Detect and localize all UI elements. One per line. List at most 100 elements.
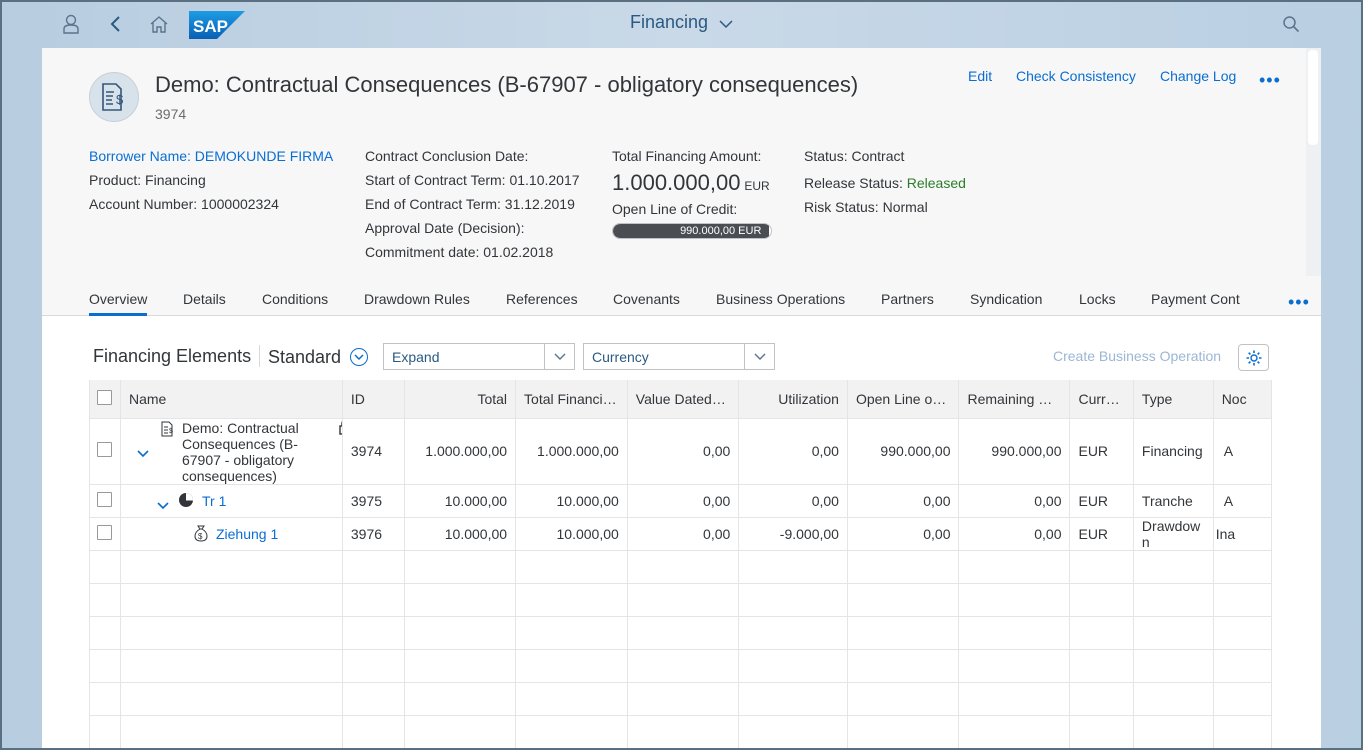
edit-button[interactable]: Edit — [968, 68, 992, 84]
header-col-2: Contract Conclusion Date: Start of Contr… — [365, 144, 580, 264]
search-icon[interactable] — [1279, 12, 1303, 36]
toolbar-separator — [259, 345, 260, 367]
tab-payment-control[interactable]: Payment Contro — [1151, 291, 1240, 307]
column-open-line[interactable]: Open Line o… — [847, 380, 960, 419]
table-header-row: Name ID Total Total Financi… Value Dated… — [90, 380, 1272, 419]
borrower-name-link[interactable]: Borrower Name: DEMOKUNDE FIRMA — [89, 144, 333, 168]
app-title[interactable]: Financing — [630, 12, 708, 32]
row-id: 3976 — [342, 517, 406, 551]
tab-locks[interactable]: Locks — [1079, 291, 1116, 307]
tab-syndication[interactable]: Syndication — [970, 291, 1042, 307]
commitment-date-text: Commitment date: 01.02.2018 — [365, 244, 554, 260]
pie-chart-icon — [178, 492, 194, 511]
table-settings-button[interactable] — [1238, 344, 1269, 371]
contract-end-text: End of Contract Term: 31.12.2019 — [365, 196, 575, 212]
gear-icon — [1246, 350, 1261, 365]
row-value-dated: 0,00 — [627, 484, 740, 518]
row-value-dated: 0,00 — [627, 418, 740, 485]
financing-elements-table: Name ID Total Total Financi… Value Dated… — [89, 380, 1272, 750]
row-checkbox[interactable] — [97, 491, 113, 507]
column-id[interactable]: ID — [342, 380, 406, 419]
object-page: $ Demo: Contractual Consequences (B-6790… — [42, 48, 1321, 750]
tab-partners[interactable]: Partners — [881, 291, 934, 307]
row-select-cell — [90, 484, 121, 518]
table-row[interactable]: $ Ziehung 1 3976 10.000,00 10.000,00 0,0… — [90, 517, 1272, 551]
svg-text:$: $ — [116, 92, 124, 107]
money-bag-icon: $ — [194, 525, 208, 545]
release-status-label: Release Status: — [804, 175, 907, 191]
header-scrollbar-thumb[interactable] — [1308, 50, 1318, 145]
row-total: 1.000.000,00 — [404, 418, 517, 485]
empty-row — [90, 550, 1272, 584]
tab-conditions[interactable]: Conditions — [262, 291, 328, 307]
more-actions-button[interactable]: ••• — [1259, 70, 1281, 91]
currency-select-value: Currency — [592, 349, 649, 365]
tab-covenants[interactable]: Covenants — [613, 291, 680, 307]
column-type[interactable]: Type — [1133, 380, 1214, 419]
column-value-dated[interactable]: Value Dated… — [627, 380, 740, 419]
variant-name[interactable]: Standard — [268, 347, 341, 368]
currency-select[interactable]: Currency — [583, 343, 775, 370]
row-remaining: 0,00 — [958, 517, 1071, 551]
row-total-financing: 10.000,00 — [515, 517, 628, 551]
chevron-down-icon[interactable] — [137, 445, 149, 461]
change-log-button[interactable]: Change Log — [1160, 68, 1236, 84]
column-name[interactable]: Name — [120, 380, 343, 419]
row-utilization: 0,00 — [738, 484, 848, 518]
row-name: Demo: Contractual Consequences (B-67907 … — [181, 419, 299, 484]
row-name-link[interactable]: Ziehung 1 — [216, 526, 278, 542]
conclusion-date-text: Contract Conclusion Date: — [365, 148, 529, 164]
row-type: Drawdow n — [1133, 517, 1214, 551]
expand-select-value: Expand — [392, 349, 440, 365]
row-checkbox[interactable] — [97, 524, 113, 540]
tabs-overflow-button[interactable]: ••• — [1288, 292, 1310, 313]
row-select-cell — [90, 517, 121, 551]
table-row[interactable]: $ Demo: Contractual Consequences (B-6790… — [90, 418, 1272, 485]
product-text: Product: Financing — [89, 172, 206, 188]
lock-icon — [338, 419, 342, 438]
column-remaining[interactable]: Remaining … — [958, 380, 1071, 419]
object-header: $ Demo: Contractual Consequences (B-6790… — [42, 48, 1306, 315]
row-name-link[interactable]: Tr 1 — [202, 493, 226, 509]
column-total[interactable]: Total — [404, 380, 517, 419]
select-all-checkbox[interactable] — [97, 389, 113, 405]
row-utilization: -9.000,00 — [738, 517, 848, 551]
variant-chevron-icon[interactable] — [350, 348, 368, 366]
tab-business-operations[interactable]: Business Operations — [716, 291, 845, 307]
name-cell: Tr 1 — [120, 484, 343, 518]
tab-drawdown-rules[interactable]: Drawdown Rules — [364, 291, 470, 307]
header-col-1: Borrower Name: DEMOKUNDE FIRMA Product: … — [89, 144, 333, 216]
row-checkbox[interactable] — [97, 442, 113, 457]
tab-references[interactable]: References — [506, 291, 578, 307]
column-currency[interactable]: Curr… — [1069, 380, 1134, 419]
expand-select[interactable]: Expand — [383, 343, 575, 370]
financing-document-icon: $ — [161, 421, 175, 440]
risk-status-text: Risk Status: Normal — [804, 199, 928, 215]
column-noc[interactable]: Noc — [1213, 380, 1272, 419]
open-line-of-credit-bar: 990.000,00 EUR — [612, 223, 772, 239]
column-utilization[interactable]: Utilization — [738, 380, 848, 419]
object-id: 3974 — [155, 106, 187, 122]
tab-overview[interactable]: Overview — [89, 291, 148, 316]
chevron-down-icon[interactable] — [744, 344, 774, 369]
table-row[interactable]: Tr 1 3975 10.000,00 10.000,00 0,00 0,00 … — [90, 484, 1272, 518]
check-consistency-button[interactable]: Check Consistency — [1016, 68, 1136, 84]
row-utilization: 0,00 — [738, 418, 848, 485]
row-type: Tranche — [1133, 484, 1214, 518]
row-noc: A — [1213, 418, 1272, 485]
column-total-financing[interactable]: Total Financi… — [515, 380, 628, 419]
chevron-down-icon[interactable] — [544, 344, 574, 369]
app-title-menu[interactable]: Financing — [0, 12, 1363, 34]
row-total-financing: 10.000,00 — [515, 484, 628, 518]
contract-start-text: Start of Contract Term: 01.10.2017 — [365, 172, 580, 188]
empty-row — [90, 649, 1272, 683]
row-id: 3975 — [342, 484, 406, 518]
create-business-operation-button[interactable]: Create Business Operation — [1053, 348, 1221, 364]
tab-details[interactable]: Details — [183, 291, 226, 307]
row-open-line: 990.000,00 — [847, 418, 960, 485]
row-currency: EUR — [1069, 484, 1134, 518]
chevron-down-icon[interactable] — [157, 497, 169, 513]
empty-row — [90, 715, 1272, 749]
row-id: 3974 — [342, 418, 406, 485]
chevron-down-icon[interactable] — [719, 13, 733, 34]
